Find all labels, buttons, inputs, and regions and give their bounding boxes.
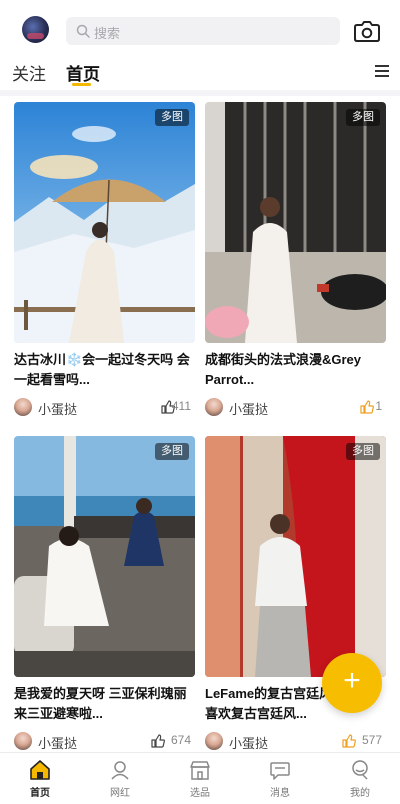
multi-image-badge: 多图 (346, 443, 380, 460)
author-name[interactable]: 小蛋挞 (229, 733, 268, 752)
like-count: 577 (361, 733, 382, 747)
vintage-room-photo (205, 436, 386, 677)
multi-image-badge: 多图 (346, 109, 380, 126)
nav-label: 首页 (30, 788, 50, 799)
like-count: 411 (171, 399, 191, 413)
author-avatar[interactable] (205, 732, 223, 750)
create-post-button[interactable]: + (322, 653, 382, 713)
nav-label: 网红 (110, 788, 130, 799)
nav-profile[interactable]: 我的 (330, 759, 390, 799)
like-count: 674 (170, 733, 191, 747)
author-name[interactable]: 小蛋挞 (229, 399, 268, 418)
feed-tabs: 关注 首页 (0, 56, 400, 90)
author-avatar[interactable] (205, 398, 223, 416)
home-icon (30, 760, 50, 780)
post-caption[interactable]: 是我爱的夏天呀 三亚保利瑰丽来三亚避寒啦... (14, 684, 195, 724)
multi-image-badge: 多图 (155, 109, 189, 126)
post-photo[interactable]: 多图 (205, 102, 386, 343)
like-icon[interactable] (342, 734, 356, 748)
post-caption[interactable]: 达古冰川❄️会一起过冬天吗 会一起看雪吗... (14, 350, 195, 390)
author-avatar[interactable] (14, 732, 32, 750)
influencer-icon (111, 761, 129, 780)
tab-home[interactable]: 首页 (66, 60, 100, 85)
nav-influencer[interactable]: 网红 (90, 759, 150, 799)
multi-image-badge: 多图 (155, 443, 189, 460)
user-avatar[interactable] (22, 16, 49, 43)
menu-icon[interactable] (375, 65, 389, 77)
plus-icon: + (343, 664, 361, 697)
author-name[interactable]: 小蛋挞 (38, 733, 77, 752)
divider (0, 90, 400, 96)
post-photo[interactable]: 多图 (14, 436, 195, 677)
post-meta: 小蛋挞 577 (205, 731, 386, 751)
post-meta: 小蛋挞 1 (205, 397, 386, 417)
post-meta: 小蛋挞 411 (14, 397, 195, 417)
nav-label: 我的 (350, 788, 370, 799)
top-bar: 搜索 (0, 0, 400, 56)
profile-icon (352, 760, 368, 780)
like-icon[interactable] (360, 400, 374, 414)
camera-icon[interactable] (354, 19, 380, 43)
nav-messages[interactable]: 消息 (250, 759, 310, 799)
like-count: 1 (375, 399, 382, 413)
search-icon (76, 24, 90, 38)
post-photo[interactable]: 多图 (14, 102, 195, 343)
nav-label: 选品 (190, 788, 210, 799)
nav-label: 消息 (270, 788, 290, 799)
tab-following[interactable]: 关注 (12, 60, 46, 85)
search-placeholder: 搜索 (94, 26, 121, 41)
message-icon (270, 762, 290, 780)
like-icon[interactable] (151, 734, 165, 748)
seaside-bar-photo (14, 436, 195, 677)
post-photo[interactable]: 多图 (205, 436, 386, 677)
search-bar[interactable]: 搜索 (66, 17, 340, 45)
cafe-photo (205, 102, 386, 343)
glacier-photo (14, 102, 195, 343)
author-name[interactable]: 小蛋挞 (38, 399, 77, 418)
post-meta: 小蛋挞 674 (14, 731, 195, 751)
author-avatar[interactable] (14, 398, 32, 416)
nav-home[interactable]: 首页 (10, 759, 70, 799)
bottom-nav: 首页 网红 选品 消息 我的 (0, 752, 400, 804)
post-caption[interactable]: 成都街头的法式浪漫&Grey Parrot... (205, 350, 386, 390)
active-tab-indicator (72, 83, 91, 86)
shop-icon (190, 761, 210, 780)
nav-shop[interactable]: 选品 (170, 759, 230, 799)
